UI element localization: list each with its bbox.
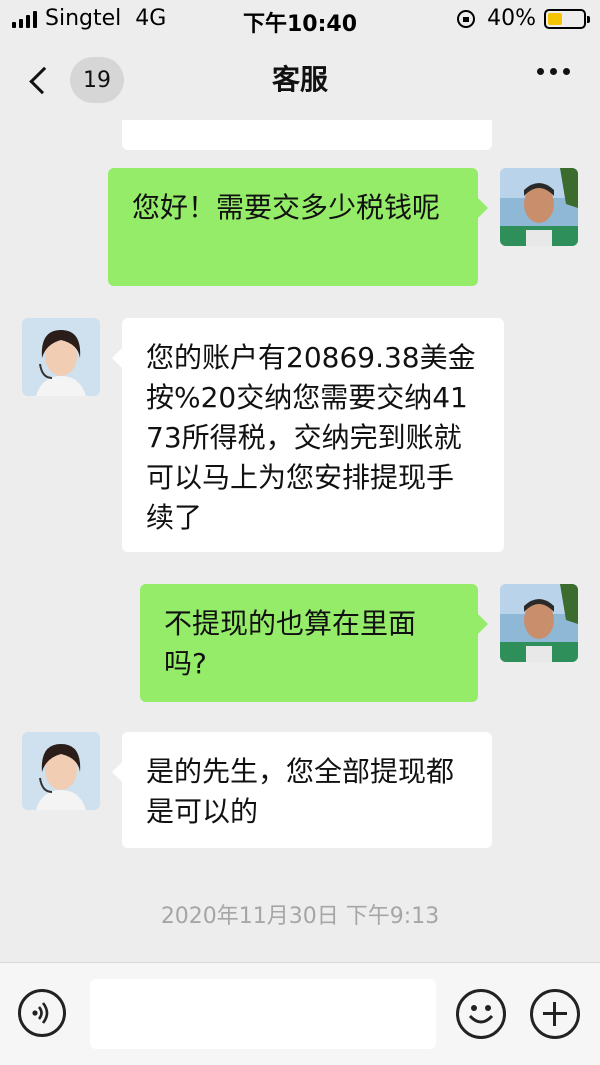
battery-percent: 40%	[487, 6, 536, 31]
chat-area[interactable]: 您好！需要交多少税钱呢 您的账户有20869.38美金按%20交纳您需要交纳41…	[0, 120, 600, 962]
emoji-button[interactable]	[456, 989, 506, 1039]
agent-photo-icon	[22, 732, 100, 810]
more-dots-icon	[537, 68, 544, 75]
nav-bar: 19 客服	[0, 40, 600, 120]
status-bar: Singtel 4G 下午10:40 40%	[0, 0, 600, 40]
message-timestamp: 2020年11月30日 下午9:13	[160, 904, 440, 929]
message-input[interactable]	[90, 979, 436, 1049]
voice-button[interactable]	[18, 989, 66, 1037]
user-photo-icon	[500, 584, 578, 662]
my-avatar[interactable]	[500, 584, 578, 662]
plus-button[interactable]	[530, 989, 580, 1039]
orientation-lock-icon	[457, 9, 476, 28]
input-bar	[0, 962, 600, 1065]
status-right: 40%	[457, 6, 590, 31]
agent-avatar[interactable]	[22, 732, 100, 810]
message-bubble-agent[interactable]: 是的先生，您全部提现都是可以的	[112, 732, 492, 848]
message-bubble-agent[interactable]	[122, 120, 492, 150]
chat-title: 客服	[271, 63, 328, 96]
more-button[interactable]	[537, 68, 570, 75]
agent-photo-icon	[22, 318, 100, 396]
battery-fill	[548, 12, 562, 25]
message-bubble-me[interactable]: 不提现的也算在里面吗?	[140, 584, 488, 702]
message-bubble-me[interactable]: 您好！需要交多少税钱呢	[108, 168, 488, 286]
my-avatar[interactable]	[500, 168, 578, 246]
user-photo-icon	[500, 168, 578, 246]
message-bubble-agent[interactable]: 您的账户有20869.38美金按%20交纳您需要交纳4173所得税，交纳完到账就…	[112, 318, 504, 552]
agent-avatar[interactable]	[22, 318, 100, 396]
voice-icon	[32, 1002, 49, 1024]
battery-icon	[544, 8, 590, 29]
emoji-icon	[468, 1005, 494, 1024]
